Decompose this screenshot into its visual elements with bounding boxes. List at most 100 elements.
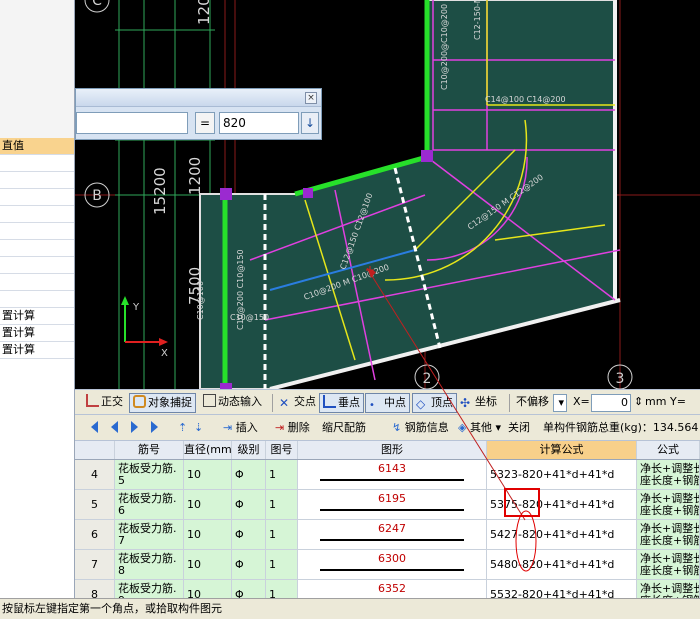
cell-fig[interactable]: 1 <box>266 580 298 598</box>
cell-grade[interactable]: Φ <box>232 490 266 519</box>
cell-fig[interactable]: 1 <box>266 460 298 489</box>
cell-desc[interactable]: 净长+调整长座长度+钢筋 <box>637 520 700 549</box>
cell-name[interactable]: 花板受力筋. 6 <box>115 490 184 519</box>
move-up-icon[interactable]: ⇡ <box>178 419 187 437</box>
cell-formula[interactable]: 5375-820+41*d+41*d <box>487 490 637 519</box>
property-row[interactable] <box>0 240 74 257</box>
cell-dia[interactable]: 10 <box>184 520 232 549</box>
cell-desc[interactable]: 净长+调整长座长度+钢筋 <box>637 550 700 579</box>
vertex-snap[interactable]: ◇ 顶点 <box>412 393 457 413</box>
header-diameter[interactable]: 直径(mm) <box>184 441 232 459</box>
cell-formula[interactable]: 5427-820+41*d+41*d <box>487 520 637 549</box>
drawing-svg[interactable]: C12-150-M C12@200 C10@200@C10@200 C14@10… <box>75 0 700 389</box>
dimension-top: 1200 <box>195 0 213 25</box>
first-record-icon[interactable] <box>91 421 98 433</box>
property-row[interactable] <box>0 155 74 172</box>
cell-desc[interactable]: 净长+调整长座长度+钢筋 <box>637 580 700 598</box>
header-grade[interactable]: 级别 <box>232 441 266 459</box>
cell-name[interactable]: 花板受力筋. 5 <box>115 460 184 489</box>
equals-button[interactable]: = <box>195 112 215 134</box>
next-record-icon[interactable] <box>131 421 138 433</box>
cell-dia[interactable]: 10 <box>184 490 232 519</box>
property-row[interactable]: 置计算 <box>0 308 74 325</box>
intersection-snap[interactable]: ✕ 交点 <box>276 393 319 413</box>
other-menu-button[interactable]: ◈ 其他 ▾ <box>458 419 501 437</box>
cell-fig[interactable]: 1 <box>266 550 298 579</box>
cell-name[interactable]: 花板受力筋. 7 <box>115 520 184 549</box>
dialog-close-button[interactable]: × <box>305 92 317 104</box>
cell-num[interactable]: 4 <box>75 460 115 489</box>
property-row[interactable]: 置计算 <box>0 342 74 359</box>
header-shape[interactable]: 图形 <box>298 441 487 459</box>
table-row[interactable]: 6 花板受力筋. 7 10 Φ 1 6247 5427-820+41*d+41*d 净长+调整长… <box>75 520 700 550</box>
cell-desc[interactable]: 净长+调整长座长度+钢筋 <box>637 490 700 519</box>
property-row[interactable]: 置计算 <box>0 325 74 342</box>
property-row[interactable] <box>0 189 74 206</box>
table-row[interactable]: 7 花板受力筋. 8 10 Φ 1 6300 5480-820+41*d+41*d 净长+调整长… <box>75 550 700 580</box>
last-record-icon[interactable] <box>151 421 158 433</box>
cell-shape[interactable]: 6143 <box>298 460 487 489</box>
scale-rebar-button[interactable]: 缩尺配筋 <box>322 419 366 437</box>
cell-num[interactable]: 8 <box>75 580 115 598</box>
axis-label-2: 2 <box>423 371 432 387</box>
cell-num[interactable]: 6 <box>75 520 115 549</box>
prev-record-icon[interactable] <box>111 421 118 433</box>
cell-desc[interactable]: 净长+调整长座长度+钢筋 <box>637 460 700 489</box>
cell-num[interactable]: 7 <box>75 550 115 579</box>
length-value-input[interactable]: 820 <box>219 112 299 134</box>
cell-grade[interactable]: Φ <box>232 550 266 579</box>
dynamic-input-toggle[interactable]: 动态输入 <box>200 393 265 413</box>
perpendicular-snap[interactable]: 垂点 <box>319 393 364 413</box>
cell-formula[interactable]: 5480-820+41*d+41*d <box>487 550 637 579</box>
cell-formula[interactable]: 5323-820+41*d+41*d <box>487 460 637 489</box>
property-row[interactable] <box>0 172 74 189</box>
cell-shape[interactable]: 6247 <box>298 520 487 549</box>
close-rebar-button[interactable]: 关闭 <box>508 419 530 437</box>
x-coordinate-input[interactable]: 0 <box>591 394 631 412</box>
property-row[interactable] <box>0 223 74 240</box>
midpoint-snap[interactable]: • 中点 <box>365 393 410 413</box>
cell-dia[interactable]: 10 <box>184 580 232 598</box>
move-down-icon[interactable]: ⇣ <box>194 419 203 437</box>
table-row[interactable]: 5 花板受力筋. 6 10 Φ 1 6195 5375-820+41*d+41*d 净长+调整长… <box>75 490 700 520</box>
property-row[interactable]: 直值 <box>0 138 74 155</box>
cell-shape[interactable]: 6352 <box>298 580 487 598</box>
object-snap-toggle[interactable]: 对象捕捉 <box>129 393 196 413</box>
delete-button[interactable]: ⇥ 删除 <box>275 419 310 437</box>
cell-num[interactable]: 5 <box>75 490 115 519</box>
desc-line-2: 座长度+钢筋 <box>640 564 700 577</box>
drawing-canvas[interactable]: C12-150-M C12@200 C10@200@C10@200 C14@10… <box>75 0 700 389</box>
cell-grade[interactable]: Φ <box>232 520 266 549</box>
cell-formula[interactable]: 5532-820+41*d+41*d <box>487 580 637 598</box>
property-row[interactable] <box>0 206 74 223</box>
header-bar-no[interactable]: 筋号 <box>115 441 184 459</box>
cell-fig[interactable]: 1 <box>266 490 298 519</box>
cell-dia[interactable]: 10 <box>184 550 232 579</box>
rebar-info-button[interactable]: ↯ 钢筋信息 <box>392 419 449 437</box>
dialog-left-field[interactable] <box>76 112 188 134</box>
table-row[interactable]: 4 花板受力筋. 5 10 Φ 1 6143 5323-820+41*d+41*d 净长+调整长… <box>75 460 700 490</box>
header-formula[interactable]: 计算公式 <box>487 441 637 459</box>
header-formula-desc[interactable]: 公式 <box>637 441 700 459</box>
cell-shape[interactable]: 6195 <box>298 490 487 519</box>
dialog-dropdown-button[interactable]: ↓ <box>301 112 319 134</box>
cell-name[interactable]: 花板受力筋. 8 <box>115 550 184 579</box>
cell-name[interactable]: 花板受力筋.9 <box>115 580 184 598</box>
cell-dia[interactable]: 10 <box>184 460 232 489</box>
cell-shape[interactable]: 6300 <box>298 550 487 579</box>
property-row[interactable] <box>0 291 74 308</box>
bar-name-suffix: 5 <box>118 474 125 487</box>
ortho-toggle[interactable]: 正交 <box>83 393 126 413</box>
offset-mode-select[interactable]: 不偏移 <box>513 393 552 413</box>
insert-button[interactable]: ⇥ 插入 <box>223 419 258 437</box>
bar-name-text: 花板受力筋. <box>118 492 177 505</box>
coordinate-snap[interactable]: ✣ 坐标 <box>457 393 500 413</box>
cell-grade[interactable]: Φ <box>232 460 266 489</box>
property-row[interactable] <box>0 274 74 291</box>
property-row[interactable] <box>0 257 74 274</box>
table-row[interactable]: 8花板受力筋.910Φ1 6352 5532-820+41*d+41*d净长+调整长… <box>75 580 700 598</box>
cell-fig[interactable]: 1 <box>266 520 298 549</box>
offset-dropdown-button[interactable]: ▾ <box>553 394 567 412</box>
header-figure-no[interactable]: 图号 <box>266 441 298 459</box>
cell-grade[interactable]: Φ <box>232 580 266 598</box>
